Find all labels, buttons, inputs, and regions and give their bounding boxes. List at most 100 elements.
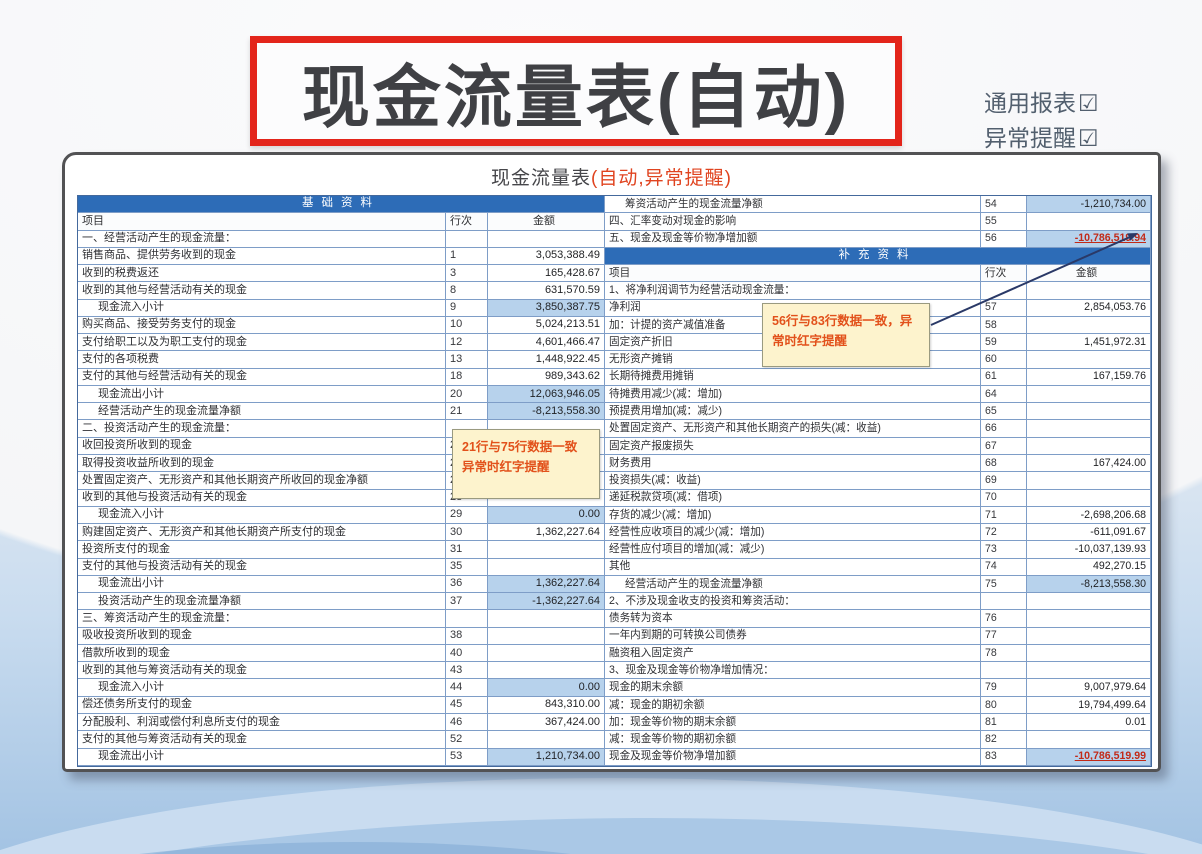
cell-amount[interactable]: -10,037,139.93 [1027, 541, 1151, 558]
cell-line-number[interactable]: 65 [981, 403, 1027, 420]
cell-line-number[interactable]: 52 [446, 731, 488, 748]
cell-item-label[interactable]: 一年内到期的可转换公司债券 [605, 628, 981, 645]
cell-item-label[interactable]: 支付的其他与经营活动有关的现金 [78, 369, 446, 386]
cell-line-number[interactable]: 81 [981, 714, 1027, 731]
cell-line-number[interactable]: 57 [981, 300, 1027, 317]
cell-item-label[interactable]: 五、现金及现金等价物净增加额 [605, 231, 981, 248]
cell-line-number[interactable] [981, 662, 1027, 679]
cell-amount[interactable] [488, 645, 605, 662]
cell-line-number[interactable] [446, 610, 488, 627]
cell-line-number[interactable]: 67 [981, 438, 1027, 455]
cell-line-number[interactable]: 54 [981, 196, 1027, 213]
cell-amount[interactable] [1027, 645, 1151, 662]
cell-item-label[interactable]: 销售商品、提供劳务收到的现金 [78, 248, 446, 265]
cell-item-label[interactable]: 财务费用 [605, 455, 981, 472]
cell-amount[interactable]: -8,213,558.30 [488, 403, 605, 420]
cell-amount[interactable] [488, 628, 605, 645]
cell-line-number[interactable]: 45 [446, 697, 488, 714]
cell-amount[interactable] [1027, 386, 1151, 403]
cell-item-label[interactable]: 经营活动产生的现金流量净额 [605, 576, 981, 593]
column-header-line[interactable]: 行次 [981, 265, 1027, 282]
cell-amount[interactable] [1027, 662, 1151, 679]
cell-line-number[interactable]: 44 [446, 679, 488, 696]
cell-amount[interactable]: 1,362,227.64 [488, 524, 605, 541]
section-banner[interactable]: 补充资料 [605, 248, 1151, 265]
cell-amount[interactable] [1027, 472, 1151, 489]
cell-item-label[interactable]: 减：现金的期初余额 [605, 697, 981, 714]
cell-line-number[interactable]: 53 [446, 749, 488, 766]
cell-amount[interactable]: 0.00 [488, 507, 605, 524]
cell-amount[interactable]: 631,570.59 [488, 282, 605, 299]
column-header-line[interactable]: 行次 [446, 213, 488, 230]
cell-amount[interactable]: 9,007,979.64 [1027, 679, 1151, 696]
cell-item-label[interactable]: 收到的其他与经营活动有关的现金 [78, 282, 446, 299]
cell-line-number[interactable]: 12 [446, 334, 488, 351]
cell-amount[interactable]: 0.00 [488, 679, 605, 696]
cell-line-number[interactable]: 21 [446, 403, 488, 420]
cell-line-number[interactable]: 29 [446, 507, 488, 524]
cell-line-number[interactable] [446, 231, 488, 248]
cell-amount[interactable]: 2,854,053.76 [1027, 300, 1151, 317]
cell-line-number[interactable]: 9 [446, 300, 488, 317]
cell-amount[interactable]: -1,210,734.00 [1027, 196, 1151, 213]
cell-item-label[interactable]: 现金流入小计 [78, 300, 446, 317]
cell-line-number[interactable]: 18 [446, 369, 488, 386]
cell-line-number[interactable]: 30 [446, 524, 488, 541]
cell-item-label[interactable]: 2、不涉及现金收支的投资和筹资活动： [605, 593, 981, 610]
cell-line-number[interactable]: 66 [981, 420, 1027, 437]
cell-line-number[interactable]: 79 [981, 679, 1027, 696]
cell-amount[interactable] [488, 731, 605, 748]
cell-amount[interactable] [1027, 351, 1151, 368]
cell-line-number[interactable]: 20 [446, 386, 488, 403]
cell-line-number[interactable]: 69 [981, 472, 1027, 489]
cell-line-number[interactable] [981, 593, 1027, 610]
column-header-item[interactable]: 项目 [605, 265, 981, 282]
column-header-item[interactable]: 项目 [78, 213, 446, 230]
cell-line-number[interactable]: 61 [981, 369, 1027, 386]
cell-item-label[interactable]: 1、将净利润调节为经营活动现金流量： [605, 282, 981, 299]
cell-item-label[interactable]: 吸收投资所收到的现金 [78, 628, 446, 645]
cell-item-label[interactable]: 处置固定资产、无形资产和其他长期资产所收回的现金净额 [78, 472, 446, 489]
cell-line-number[interactable]: 71 [981, 507, 1027, 524]
cell-amount[interactable] [1027, 628, 1151, 645]
cell-amount[interactable]: 3,053,388.49 [488, 248, 605, 265]
cell-item-label[interactable]: 经营性应收项目的减少(减：增加) [605, 524, 981, 541]
cell-amount[interactable] [1027, 213, 1151, 230]
cell-line-number[interactable]: 38 [446, 628, 488, 645]
cell-amount[interactable] [1027, 490, 1151, 507]
cell-item-label[interactable]: 现金的期末余额 [605, 679, 981, 696]
cell-item-label[interactable]: 分配股利、利润或偿付利息所支付的现金 [78, 714, 446, 731]
cell-amount[interactable] [1027, 438, 1151, 455]
cell-item-label[interactable]: 待摊费用减少(减：增加) [605, 386, 981, 403]
cell-line-number[interactable]: 37 [446, 593, 488, 610]
cell-amount[interactable]: -8,213,558.30 [1027, 576, 1151, 593]
cell-line-number[interactable]: 75 [981, 576, 1027, 593]
cell-amount[interactable]: 0.01 [1027, 714, 1151, 731]
cell-amount[interactable]: 1,448,922.45 [488, 351, 605, 368]
cell-item-label[interactable]: 三、筹资活动产生的现金流量： [78, 610, 446, 627]
cell-item-label[interactable]: 支付给职工以及为职工支付的现金 [78, 334, 446, 351]
cell-item-label[interactable]: 现金流入小计 [78, 679, 446, 696]
cell-line-number[interactable]: 64 [981, 386, 1027, 403]
cell-line-number[interactable]: 58 [981, 317, 1027, 334]
cell-line-number[interactable]: 46 [446, 714, 488, 731]
cell-amount[interactable]: -10,786,519.99 [1027, 749, 1151, 766]
cell-item-label[interactable]: 借款所收到的现金 [78, 645, 446, 662]
cell-amount[interactable]: 5,024,213.51 [488, 317, 605, 334]
cell-amount[interactable]: 165,428.67 [488, 265, 605, 282]
cell-amount[interactable] [1027, 420, 1151, 437]
cell-amount[interactable] [488, 610, 605, 627]
cell-amount[interactable]: 19,794,499.64 [1027, 697, 1151, 714]
cell-amount[interactable] [1027, 282, 1151, 299]
cell-amount[interactable] [1027, 593, 1151, 610]
cell-item-label[interactable]: 取得投资收益所收到的现金 [78, 455, 446, 472]
cell-item-label[interactable]: 支付的各项税费 [78, 351, 446, 368]
cell-item-label[interactable]: 收到的其他与投资活动有关的现金 [78, 490, 446, 507]
cell-item-label[interactable]: 现金及现金等价物净增加额 [605, 749, 981, 766]
cell-line-number[interactable]: 74 [981, 559, 1027, 576]
cell-amount[interactable]: 1,451,972.31 [1027, 334, 1151, 351]
cell-line-number[interactable] [981, 282, 1027, 299]
cell-line-number[interactable]: 60 [981, 351, 1027, 368]
checkbox-checked-icon[interactable]: ☑ [1078, 86, 1099, 121]
cell-amount[interactable]: 4,601,466.47 [488, 334, 605, 351]
